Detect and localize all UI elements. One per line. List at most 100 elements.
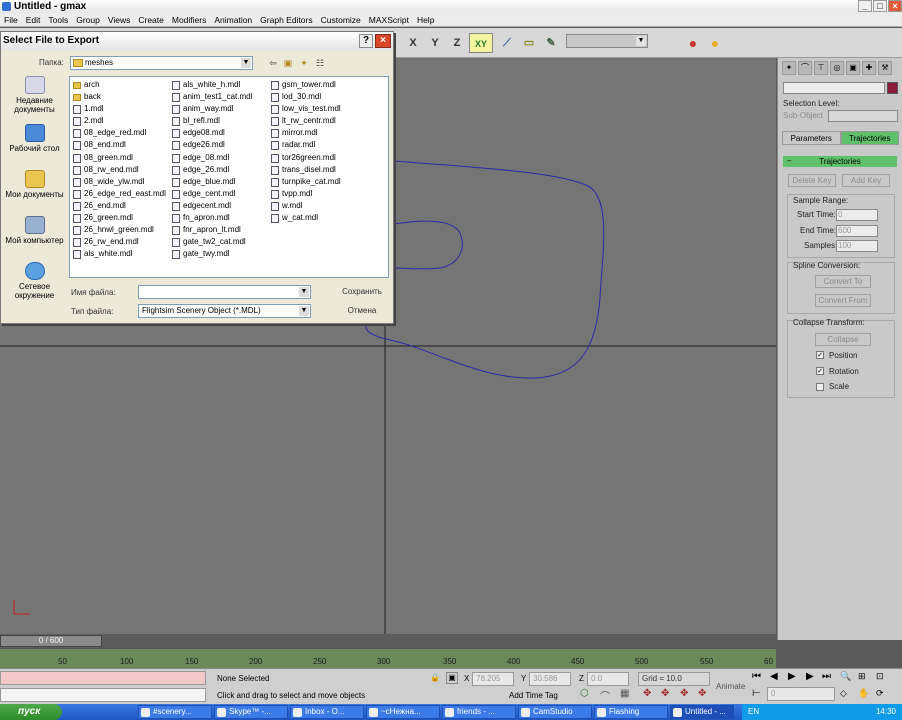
file-item[interactable]: 2.mdl (72, 115, 166, 127)
restore-button[interactable]: □ (873, 0, 887, 12)
file-item[interactable]: edge_cent.mdl (171, 188, 252, 200)
file-item[interactable]: edge_08.mdl (171, 152, 252, 164)
menu-animation[interactable]: Animation (210, 13, 256, 27)
place-desktop[interactable]: Рабочий стол (3, 124, 66, 153)
material-icon[interactable]: ● (705, 33, 725, 53)
place-my-documents[interactable]: Мои документы (3, 170, 66, 199)
file-item[interactable]: 08_rw_end.mdl (72, 164, 166, 176)
time-slider-knob[interactable]: 0 / 600 (0, 635, 102, 647)
look-in-dropdown[interactable]: meshes ▼ (70, 56, 253, 70)
new-folder-icon[interactable]: ✦ (298, 57, 310, 69)
key-mode-icon[interactable]: ⊢ (752, 688, 761, 699)
z-coord-field[interactable]: 0.0 (587, 672, 629, 686)
start-time-field[interactable]: 0 (836, 209, 878, 221)
place-network[interactable]: Сетевое окружение (3, 262, 66, 300)
view-menu-icon[interactable]: ☷ (314, 57, 326, 69)
file-item[interactable]: 26_edge_red_east.mdl (72, 188, 166, 200)
file-item[interactable]: anim_test1_cat.mdl (171, 91, 252, 103)
back-icon[interactable]: ⇦ (267, 57, 279, 69)
zoom-extents-icon[interactable]: ⊡ (876, 671, 884, 682)
time-slider[interactable]: 0 / 600 (0, 634, 776, 648)
filetype-select[interactable]: Flightsim Scenery Object (*.MDL) ▼ (138, 304, 311, 318)
motion-tab-icon[interactable]: ◎ (830, 61, 844, 75)
menu-file[interactable]: File (0, 13, 22, 27)
play-icon[interactable]: ▶ (788, 671, 796, 682)
taskbar-item[interactable]: #scenery... (138, 705, 212, 719)
close-button[interactable]: × (888, 0, 902, 12)
utilities-tab-icon[interactable]: ✚ (862, 61, 876, 75)
file-item[interactable]: edge_blue.mdl (171, 176, 252, 188)
maxscript-listener-output[interactable] (0, 688, 206, 702)
place-my-computer[interactable]: Мой компьютер (3, 216, 66, 245)
file-item[interactable]: 26_green.mdl (72, 212, 166, 224)
scale-checkbox[interactable] (816, 383, 824, 391)
taskbar-item[interactable]: friends - ... (442, 705, 516, 719)
pan-icon[interactable]: ✋ (858, 688, 869, 699)
next-frame-icon[interactable]: ▶ (806, 671, 814, 682)
goto-end-icon[interactable]: ⏭ (822, 671, 831, 682)
file-item[interactable]: w.mdl (270, 200, 341, 212)
add-time-tag-button[interactable]: Add Time Tag (509, 691, 558, 700)
taskbar-item[interactable]: Flashing (594, 705, 668, 719)
axis-z-button[interactable]: Z (447, 33, 467, 53)
file-item[interactable]: tvpp.mdl (270, 188, 341, 200)
menu-group[interactable]: Group (72, 13, 104, 27)
file-item[interactable]: als_white_h.mdl (171, 79, 252, 91)
sub-object-dropdown[interactable] (828, 110, 898, 122)
language-indicator[interactable]: EN (748, 704, 759, 720)
file-item[interactable]: lt_rw_centr.mdl (270, 115, 341, 127)
file-item[interactable]: lod_30.mdl (270, 91, 341, 103)
create-tab-icon[interactable]: ✦ (782, 61, 796, 75)
lock-selection-icon[interactable]: 🔒 (430, 673, 440, 682)
file-item[interactable]: 08_end.mdl (72, 139, 166, 151)
file-item[interactable]: gate_tw2_cat.mdl (171, 236, 252, 248)
menu-customize[interactable]: Customize (317, 13, 365, 27)
taskbar-item[interactable]: Inbox - O... (290, 705, 364, 719)
transform-mode-icon[interactable]: ▣ (446, 672, 458, 684)
prev-frame-icon[interactable]: ◀ (770, 671, 778, 682)
anim-tool-icon-2[interactable]: ✥ (661, 688, 669, 699)
menu-edit[interactable]: Edit (22, 13, 45, 27)
file-item[interactable]: fn_apron.mdl (171, 212, 252, 224)
folder-item[interactable]: back (72, 91, 166, 103)
taskbar-item[interactable]: Skype™ -... (214, 705, 288, 719)
anim-tool-icon-4[interactable]: ✥ (698, 688, 706, 699)
key-filter-icon[interactable]: ⬡ (580, 688, 589, 699)
axis-y-button[interactable]: Y (425, 33, 445, 53)
convert-from-button[interactable]: Convert From (815, 294, 871, 307)
zoom-icon[interactable]: 🔍 (840, 671, 851, 682)
save-button[interactable]: Сохранить (334, 284, 390, 299)
file-item[interactable]: 08_edge_red.mdl (72, 127, 166, 139)
box-icon[interactable]: ▦ (620, 688, 629, 699)
file-item[interactable]: edge_26.mdl (171, 164, 252, 176)
end-time-field[interactable]: 600 (836, 225, 878, 237)
start-button[interactable]: пуск (0, 704, 62, 720)
file-item[interactable]: anim_way.mdl (171, 103, 252, 115)
file-item[interactable]: edgecent.mdl (171, 200, 252, 212)
animate-button[interactable]: Animate (716, 682, 745, 691)
place-recent[interactable]: Недавние документы (3, 76, 66, 114)
file-item[interactable]: mirror.mdl (270, 127, 341, 139)
file-item[interactable]: gsm_tower.mdl (270, 79, 341, 91)
render-icon[interactable]: ● (683, 33, 703, 53)
file-item[interactable]: edge08.mdl (171, 127, 252, 139)
trajectories-rollout-header[interactable]: Trajectories (783, 156, 897, 167)
curve-icon[interactable]: ⌒ (600, 688, 610, 703)
align-icon[interactable]: ▭ (519, 33, 539, 53)
file-item[interactable]: fnr_apron_lt.mdl (171, 224, 252, 236)
file-item[interactable]: trans_disel.mdl (270, 164, 341, 176)
menu-help[interactable]: Help (413, 13, 438, 27)
taskbar-item[interactable]: CamStudio (518, 705, 592, 719)
file-item[interactable]: low_vis_test.mdl (270, 103, 341, 115)
file-item[interactable]: w_cat.mdl (270, 212, 341, 224)
dialog-help-button[interactable]: ? (359, 34, 373, 48)
file-item[interactable]: 1.mdl (72, 103, 166, 115)
named-selection-dropdown[interactable]: ▼ (566, 34, 648, 48)
mirror-icon[interactable]: ⟋ (497, 33, 517, 53)
filename-input[interactable]: ▼ (138, 285, 311, 299)
hierarchy-tab-icon[interactable]: ⊤ (814, 61, 828, 75)
file-item[interactable]: 26_hnwl_green.mdl (72, 224, 166, 236)
menu-views[interactable]: Views (104, 13, 135, 27)
anim-tool-icon-3[interactable]: ✥ (680, 688, 688, 699)
cancel-button[interactable]: Отмена (334, 303, 390, 318)
